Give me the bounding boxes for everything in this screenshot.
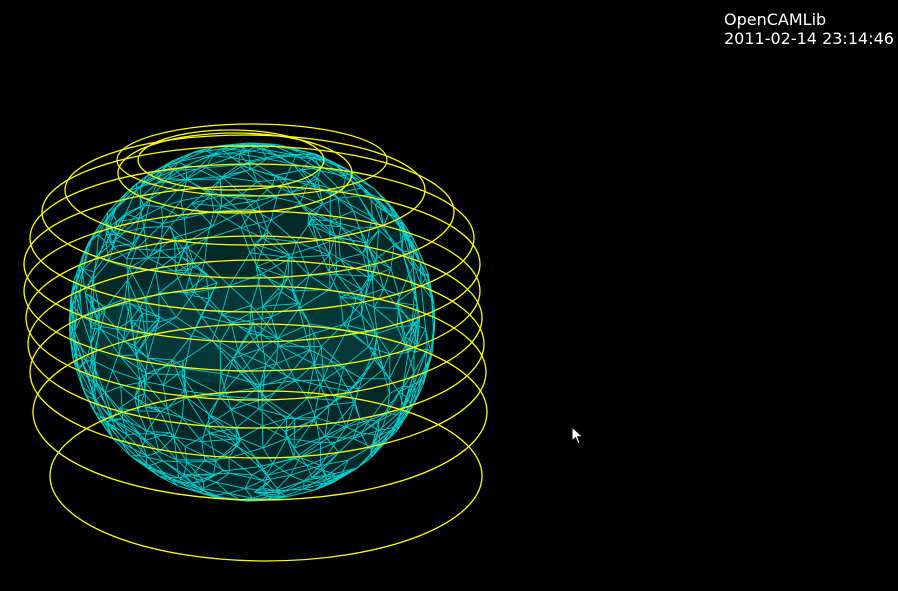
3d-viewport[interactable] — [0, 0, 898, 591]
arrow-pointer-icon — [571, 426, 584, 445]
timestamp-label: 2011-02-14 23:14:46 — [724, 29, 894, 48]
sphere-highlight — [83, 275, 421, 385]
app-title-label: OpenCAMLib — [724, 10, 827, 29]
